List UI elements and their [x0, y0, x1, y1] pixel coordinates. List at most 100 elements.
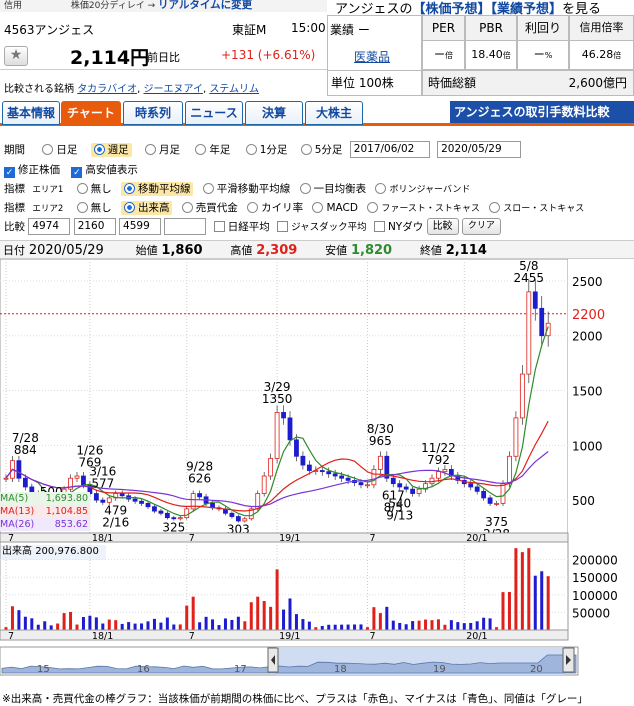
area2-none[interactable]: 無し — [77, 202, 112, 214]
related-label: 比較される銘柄 — [4, 84, 74, 95]
compare-label: 比較 — [4, 221, 25, 233]
area1-ma[interactable]: 移動平均線 — [121, 182, 194, 196]
tab-earnings[interactable]: 決算 — [245, 101, 303, 125]
adjusted-check[interactable]: ✓ 修正株価 — [4, 164, 60, 176]
time: 15:00 — [291, 21, 326, 35]
candle — [262, 476, 266, 494]
area2-fast-stoch[interactable]: ファースト・ストキャス — [367, 204, 480, 214]
per-label: PER — [422, 15, 465, 41]
ma26-legend: MA(26) 853.62 — [0, 518, 90, 531]
tab-chart[interactable]: チャート — [61, 101, 121, 125]
option-row: ✓ 修正株価 ✓ 高安値表示 — [0, 162, 138, 182]
area1-ichimoku[interactable]: 一目均衡表 — [300, 183, 367, 195]
favorite-star-icon[interactable]: ★ — [4, 46, 28, 66]
area2-macd[interactable]: MACD — [312, 202, 357, 214]
tab-bar: 基本情報 チャート 時系列 ニュース 決算 大株主 アンジェスの取引手数料比較 — [0, 99, 634, 126]
candle — [81, 476, 85, 485]
compare-input-1[interactable]: 4974 — [28, 218, 70, 235]
tab-timeseries[interactable]: 時系列 — [123, 101, 183, 125]
candle — [101, 500, 105, 502]
realtime-link[interactable]: リアルタイムに変更 — [158, 0, 252, 11]
ma13-legend: MA(13) 1,104.85 — [0, 505, 90, 518]
volume-bar — [547, 576, 550, 630]
range-navigator[interactable]: 15 16 17 18 19 20 — [0, 645, 634, 677]
clear-button[interactable]: クリア — [462, 218, 501, 235]
area2-volume[interactable]: 出来高 — [121, 201, 173, 215]
volume-bar — [469, 623, 472, 630]
tab-news[interactable]: ニュース — [185, 101, 243, 125]
date-to[interactable]: 2020/05/29 — [437, 141, 521, 158]
volume-bar — [256, 597, 259, 630]
period-1min[interactable]: 1分足 — [246, 144, 288, 156]
area1-none[interactable]: 無し — [77, 183, 112, 195]
high-value: 2,309 — [256, 243, 297, 258]
volume-tick-label: 150000 — [572, 571, 618, 585]
area1-bollinger[interactable]: ボリンジャーバンド — [375, 185, 470, 195]
tab-shareholders[interactable]: 大株主 — [305, 101, 363, 125]
volume-bar — [37, 625, 40, 630]
candle — [133, 499, 137, 501]
volume-bar — [463, 623, 466, 630]
period-label: 期間 — [4, 144, 25, 156]
volume-bar — [43, 621, 46, 630]
compare-input-2[interactable]: 2160 — [74, 218, 116, 235]
compare-input-4[interactable] — [164, 218, 206, 235]
volume-bar — [30, 618, 33, 630]
nikkei-check[interactable]: 日経平均 — [214, 221, 270, 233]
date-from[interactable]: 2017/06/02 — [350, 141, 430, 158]
prev-label: 前日比 — [147, 49, 180, 65]
period-week[interactable]: 週足 — [91, 143, 132, 157]
candle — [301, 456, 305, 465]
volume-bar — [424, 620, 427, 630]
fee-banner[interactable]: アンジェスの取引手数料比較 — [450, 101, 634, 123]
related-link[interactable]: タカラバイオ — [77, 84, 137, 95]
candle — [404, 487, 408, 489]
tab-basic[interactable]: 基本情報 — [2, 101, 60, 125]
volume-bar — [405, 624, 408, 630]
top-bar: 信用 株価20分ディレイ → リアルタイムに変更 — [0, 0, 327, 12]
period-5min[interactable]: 5分足 — [301, 144, 343, 156]
period-month[interactable]: 月足 — [145, 144, 180, 156]
volume-bar — [508, 592, 511, 630]
open-label: 始値 — [136, 244, 158, 257]
jasdaq-check[interactable]: ジャスダック平均 — [277, 222, 367, 233]
candle — [94, 494, 98, 501]
low-value: 1,820 — [351, 243, 392, 258]
x-tick-label: 7 — [369, 533, 375, 542]
highlow-check[interactable]: ✓ 高安値表示 — [71, 164, 138, 176]
volume-bar — [56, 624, 59, 630]
compare-button[interactable]: 比較 — [427, 218, 459, 235]
stock-header: 信用 株価20分ディレイ → リアルタイムに変更 4563アンジェス 東証M 1… — [0, 0, 327, 70]
x-tick-label: 19/1 — [279, 631, 300, 642]
area2-deviation[interactable]: カイリ率 — [247, 202, 303, 214]
range-year-label: 17 — [234, 664, 247, 675]
area2-slow-stoch[interactable]: スロー・ストキャス — [489, 204, 584, 214]
volume-bar — [450, 620, 453, 630]
candle — [320, 471, 324, 472]
volume-bar — [50, 625, 53, 630]
nydow-check[interactable]: NYダウ — [374, 221, 423, 233]
ticker-code: 4563 — [4, 23, 35, 37]
period-year[interactable]: 年足 — [195, 144, 230, 156]
yield-label: 利回り — [517, 15, 569, 41]
y-tick-label: 1000 — [572, 439, 603, 453]
candle — [269, 458, 273, 476]
area1-sma[interactable]: 平滑移動平均線 — [203, 183, 291, 195]
volume-bar — [476, 621, 479, 630]
volume-bar — [540, 571, 543, 630]
candle — [307, 465, 311, 470]
high-label: 高値 — [230, 244, 252, 257]
candle — [294, 440, 298, 456]
volume-bar — [392, 621, 395, 630]
volume-bar — [308, 622, 311, 630]
candle — [333, 474, 337, 476]
related-link[interactable]: ジーエヌアイ — [143, 84, 203, 95]
sector-link[interactable]: 医薬品 — [354, 48, 390, 65]
delay-note: 株価20分ディレイ → — [71, 1, 158, 11]
area2-turnover[interactable]: 売買代金 — [182, 202, 238, 214]
period-day[interactable]: 日足 — [42, 144, 77, 156]
x-tick-label: 7 — [189, 533, 195, 542]
volume-bar — [263, 601, 266, 630]
compare-input-3[interactable]: 4599 — [119, 218, 161, 235]
related-link[interactable]: ステムリム — [209, 84, 259, 95]
